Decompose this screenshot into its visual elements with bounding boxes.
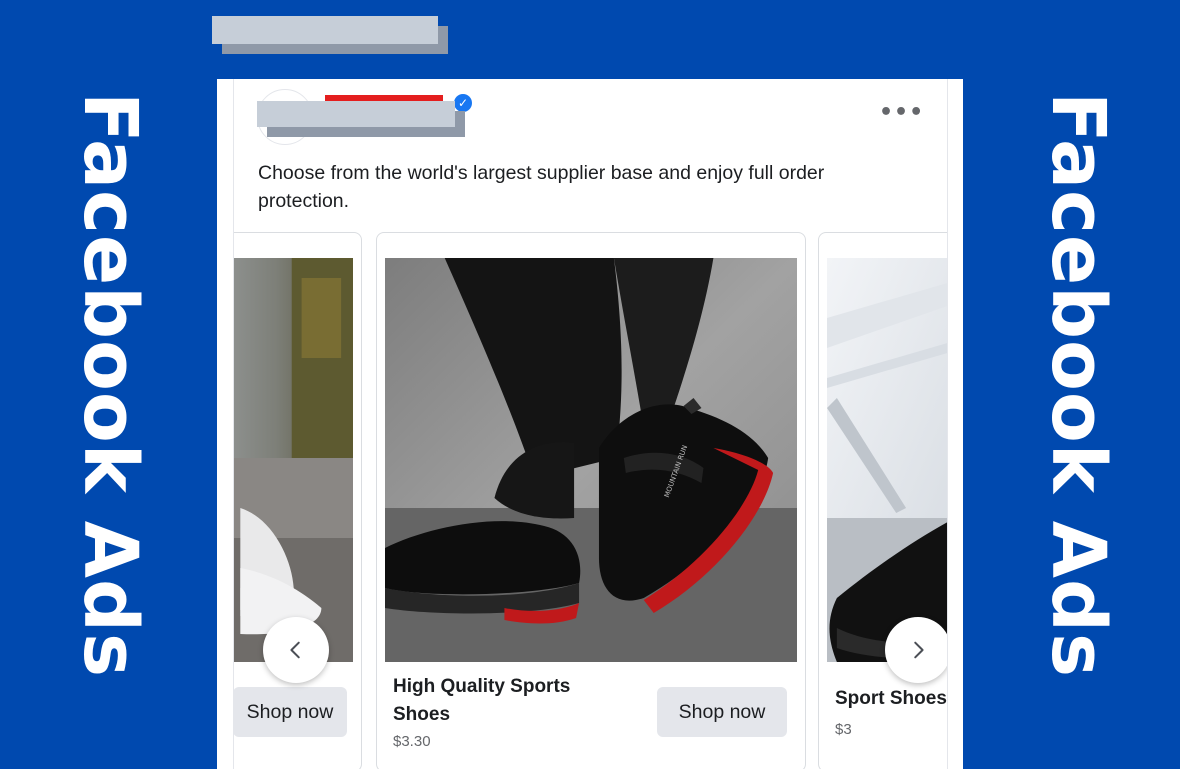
product-image-sport-shoes[interactable] [827, 258, 947, 662]
product-carousel: Shop now MOUNTAIN RUN High Quality Sport… [234, 232, 947, 769]
verified-badge-icon: ✓ [454, 94, 472, 112]
product-title[interactable]: Sport Shoes [835, 685, 947, 713]
more-horizontal-icon: ••• [879, 100, 925, 125]
side-label-left: Facebook Ads [67, 92, 153, 678]
facebook-ad-post: ✓ ••• Choose from the world's largest su… [217, 79, 963, 769]
post-border-right [947, 79, 948, 769]
product-image-white-sneakers[interactable] [234, 258, 353, 662]
carousel-prev-button[interactable] [263, 617, 329, 683]
side-label-left-text: Facebook Ads [67, 91, 153, 679]
shop-now-button[interactable]: Shop now [234, 687, 347, 737]
carousel-card-next[interactable]: Sport Shoes $3 [818, 232, 947, 769]
side-label-right-text: Facebook Ads [1035, 91, 1121, 679]
product-image-black-sneakers[interactable]: MOUNTAIN RUN [385, 258, 797, 662]
redacted-page-info [257, 101, 455, 127]
product-price: $3 [835, 721, 852, 738]
product-title[interactable]: High Quality Sports Shoes [393, 673, 603, 729]
carousel-card-main[interactable]: MOUNTAIN RUN High Quality Sports Shoes $… [376, 232, 806, 769]
shop-now-button[interactable]: Shop now [657, 687, 787, 737]
carousel-next-button[interactable] [885, 617, 947, 683]
chevron-left-icon [290, 641, 300, 659]
post-text: Choose from the world's largest supplier… [258, 162, 825, 212]
more-options-button[interactable]: ••• [879, 101, 923, 131]
product-price: $3.30 [393, 733, 431, 750]
redacted-title [212, 16, 438, 44]
side-label-right: Facebook Ads [1035, 92, 1121, 678]
carousel-card-previous[interactable]: Shop now [234, 232, 362, 769]
chevron-right-icon [914, 641, 924, 659]
